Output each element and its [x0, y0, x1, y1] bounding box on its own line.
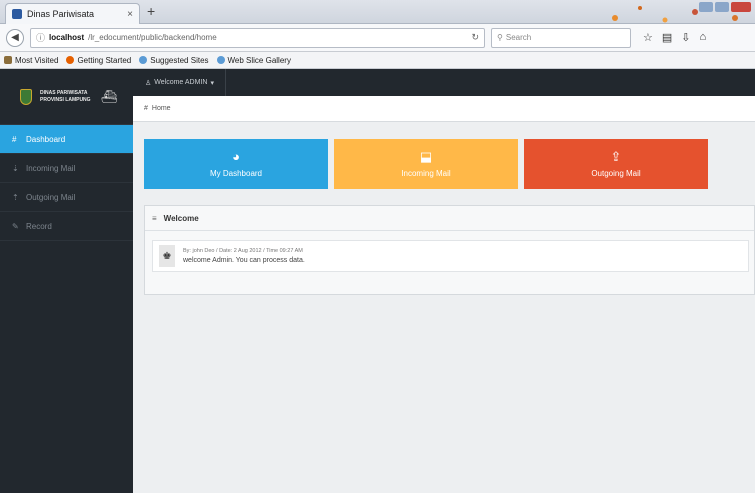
reload-icon[interactable]: ↻ [471, 32, 479, 43]
ie-icon [139, 56, 148, 64]
ship-icon: ⛴ [100, 88, 118, 104]
tab-title: Dinas Pariwisata [27, 9, 95, 19]
bookmark-star-icon[interactable]: ☆ [643, 31, 653, 44]
lampung-emblem-icon [20, 88, 32, 105]
list-icon: ≡ [152, 213, 157, 223]
caret-down-icon: ▾ [210, 79, 214, 87]
tile-label: My Dashboard [209, 169, 263, 178]
user-menu-label: Welcome ADMIN [154, 79, 208, 86]
upload-icon: ⇪ [610, 149, 622, 164]
tile-incoming-mail[interactable]: ⬓ Incoming Mail [334, 139, 518, 189]
panel-header: ≡ Welcome [145, 206, 754, 231]
breadcrumb-home[interactable]: Home [152, 105, 171, 112]
url-path: /lr_edocument/public/backend/home [88, 33, 217, 42]
upload-icon: ⇡ [12, 192, 19, 202]
firefox-icon [66, 56, 75, 64]
search-input[interactable]: ⚲ Search [491, 27, 631, 48]
browser-nav-bar: ◀ ⓘ localhost/lr_edocument/public/backen… [0, 24, 755, 52]
tile-my-dashboard[interactable]: ◕ My Dashboard [144, 139, 328, 189]
search-icon: ⚲ [497, 33, 503, 42]
sidebar-item-dashboard[interactable]: # Dashboard [0, 125, 138, 154]
sidebar: DINAS PARIWISATA PROVINSI LAMPUNG ⛴ # Da… [0, 69, 138, 493]
browser-tab[interactable]: Dinas Pariwisata × [5, 3, 140, 24]
main-content: # Home ◕ My Dashboard ⬓ Incoming Mail ⇪ … [133, 96, 755, 493]
window-controls [699, 2, 751, 12]
tab-favicon-icon [12, 9, 22, 19]
sidebar-item-record[interactable]: ✎ Record [0, 212, 133, 241]
brand-text: DINAS PARIWISATA PROVINSI LAMPUNG [40, 89, 91, 103]
breadcrumb: # Home [133, 96, 755, 122]
download-icon[interactable]: ⇩ [681, 31, 690, 44]
divider [224, 69, 226, 96]
minimize-icon[interactable] [699, 2, 713, 12]
window-close-icon[interactable] [731, 2, 751, 12]
user-icon: ♙ [145, 79, 152, 87]
panel-title: Welcome [163, 213, 199, 223]
sidebar-item-outgoing-mail[interactable]: ⇡ Outgoing Mail [0, 183, 133, 212]
search-placeholder: Search [505, 33, 532, 42]
sidebar-item-incoming-mail[interactable]: ⇣ Incoming Mail [0, 154, 133, 183]
maximize-icon[interactable] [715, 2, 729, 12]
avatar: ♚ [159, 245, 175, 267]
tile-label: Outgoing Mail [591, 169, 641, 178]
new-tab-button[interactable]: + [147, 3, 155, 19]
dashboard-gauge-icon: ◕ [232, 149, 240, 164]
bookmark-suggested-sites[interactable]: Suggested Sites [139, 56, 209, 65]
tile-outgoing-mail[interactable]: ⇪ Outgoing Mail [524, 139, 708, 189]
shortcut-tiles: ◕ My Dashboard ⬓ Incoming Mail ⇪ Outgoin… [144, 139, 708, 189]
user-menu-dropdown[interactable]: ♙ Welcome ADMIN ▾ [145, 69, 226, 96]
site-info-icon[interactable]: ⓘ [36, 31, 45, 44]
tab-close-icon[interactable]: × [127, 9, 133, 20]
url-host: localhost [49, 33, 85, 42]
dashboard-icon: # [12, 134, 17, 144]
sidebar-item-label: Dashboard [26, 134, 66, 144]
toolbar-icons: ☆ ▤ ⇩ ⌂ [643, 31, 706, 44]
welcome-panel: ≡ Welcome ♚ By: john Deo / Date: 2 Aug 2… [144, 205, 755, 295]
top-navbar: ♙ Welcome ADMIN ▾ [133, 69, 755, 96]
home-icon: # [144, 105, 148, 112]
bookmark-getting-started[interactable]: Getting Started [66, 56, 131, 65]
download-icon: ⇣ [12, 163, 19, 173]
message-body: By: john Deo / Date: 2 Aug 2012 / Time 0… [183, 248, 305, 264]
reading-list-icon[interactable]: ▤ [662, 31, 672, 44]
pencil-icon: ✎ [12, 221, 19, 231]
tile-label: Incoming Mail [401, 169, 451, 178]
bookmark-folder-icon [4, 56, 12, 64]
back-button[interactable]: ◀ [6, 28, 24, 47]
ie-icon [216, 56, 225, 64]
sidebar-item-label: Outgoing Mail [26, 192, 76, 202]
welcome-message: ♚ By: john Deo / Date: 2 Aug 2012 / Time… [152, 240, 749, 272]
sidebar-item-label: Record [26, 221, 52, 231]
sidebar-item-label: Incoming Mail [26, 163, 76, 173]
url-bar[interactable]: ⓘ localhost/lr_edocument/public/backend/… [30, 27, 485, 48]
inbox-icon: ⬓ [419, 149, 433, 164]
bookmark-web-slice-gallery[interactable]: Web Slice Gallery [216, 56, 291, 65]
browser-tab-bar: Dinas Pariwisata × + [0, 0, 755, 62]
bookmark-most-visited[interactable]: Most Visited [4, 56, 58, 65]
home-icon[interactable]: ⌂ [700, 31, 707, 44]
message-text: welcome Admin. You can process data. [183, 257, 305, 264]
message-meta: By: john Deo / Date: 2 Aug 2012 / Time 0… [183, 248, 303, 254]
bookmarks-bar: Most Visited Getting Started Suggested S… [0, 52, 755, 69]
brand-logo[interactable]: DINAS PARIWISATA PROVINSI LAMPUNG ⛴ [0, 69, 133, 125]
